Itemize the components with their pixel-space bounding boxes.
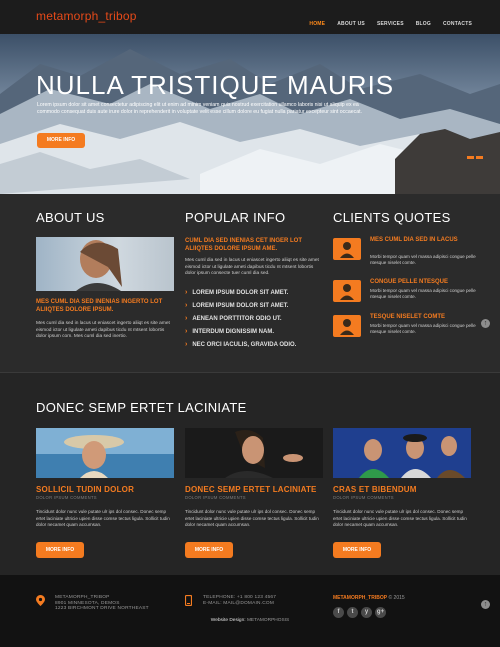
copyright: METAMORPH_TRIBOP © 2015 (333, 595, 405, 601)
google-plus-icon[interactable]: g+ (375, 607, 386, 618)
card-text: Tincidunt dolor nunc vule putate ulr ips… (185, 509, 319, 528)
client-quote: TESQUE NISELET COMTE Morbi tempor quam v… (333, 313, 478, 343)
card-meta: DOLOR IPSUM COMMENTS (185, 495, 246, 500)
popular-list-item[interactable]: › LOREM IPSUM DOLOR SIT AMET. (185, 286, 335, 299)
card-more-info-button[interactable]: MORE INFO (333, 541, 381, 558)
nav-services[interactable]: SERVICES (377, 21, 404, 27)
popular-title: POPULAR INFO (185, 210, 286, 225)
chevron-right-icon: › (185, 315, 188, 322)
quote-title: CONGUE PELLE NTESQUE (370, 279, 449, 285)
chevron-right-icon: › (185, 341, 188, 348)
twitter-icon[interactable]: t (347, 607, 358, 618)
popular-text: Mes cuml dia sed in lacus ut eniascet in… (185, 258, 319, 277)
quote-text: Morbi tempor quam vel massa adipisci con… (370, 288, 476, 300)
hero-text: Lorem ipsum dolor sit amet consectetur a… (37, 102, 362, 115)
gallery-card: DONEC SEMP ERTET LACINIATE DOLOR IPSUM C… (185, 428, 323, 558)
card-title[interactable]: SOLLICIL TUDIN DOLOR (36, 485, 174, 494)
gallery-card: SOLLICIL TUDIN DOLOR DOLOR IPSUM COMMENT… (36, 428, 174, 558)
design-label: Website Design: (210, 618, 246, 623)
client-quote: MES CUML DIA SED IN LACUS Morbi tempor q… (333, 236, 478, 266)
about-title: ABOUT US (36, 210, 105, 225)
card-meta: DOLOR IPSUM COMMENTS (333, 495, 394, 500)
gallery-card: CRAS ET BIBENDUM DOLOR IPSUM COMMENTS Ti… (333, 428, 471, 558)
copyright-year: © 2015 (388, 595, 405, 601)
footer-contact: TELEPHONE: +1 800 123 4567 E-MAIL: MAIL@… (203, 595, 277, 606)
clients-title: CLIENTS QUOTES (333, 210, 451, 225)
phone-icon (184, 594, 193, 608)
about-image (36, 237, 174, 291)
card-more-info-button[interactable]: MORE INFO (36, 541, 84, 558)
slider-dot[interactable] (467, 156, 474, 159)
popular-list: › LOREM IPSUM DOLOR SIT AMET. › LOREM IPSU… (185, 286, 335, 351)
youtube-icon[interactable]: y (361, 607, 372, 618)
card-image (333, 428, 471, 478)
hero-banner: NULLA TRISTIQUE MAURIS Lorem ipsum dolor… (0, 34, 500, 194)
about-subtitle: MES CUML DIA SED INENIAS INGERTO LOT ALI… (36, 299, 163, 313)
social-links: f t y g+ (333, 607, 386, 618)
card-meta: DOLOR IPSUM COMMENTS (36, 495, 97, 500)
scroll-up-icon[interactable]: ↑ (481, 319, 490, 328)
chevron-right-icon: › (185, 302, 188, 309)
quote-text: Morbi tempor quam vel massa adipisci con… (370, 254, 476, 266)
popular-list-item[interactable]: › LOREM IPSUM DOLOR SIT AMET. (185, 299, 335, 312)
facebook-icon[interactable]: f (333, 607, 344, 618)
hero-more-info-button[interactable]: MORE INFO (37, 133, 85, 148)
user-icon (333, 238, 361, 260)
nav-contacts[interactable]: CONTACTS (443, 21, 472, 27)
site-logo[interactable]: metamorph_tribop (36, 9, 137, 23)
gallery-title: DONEC SEMP ERTET LACINIATE (36, 400, 247, 415)
client-quote: CONGUE PELLE NTESQUE Morbi tempor quam v… (333, 278, 478, 308)
nav-about-us[interactable]: ABOUT US (337, 21, 365, 27)
scroll-up-icon[interactable]: ↑ (481, 600, 490, 609)
location-pin-icon (36, 595, 45, 608)
card-title[interactable]: CRAS ET BIBENDUM (333, 485, 471, 494)
card-more-info-button[interactable]: MORE INFO (185, 541, 233, 558)
popular-list-item[interactable]: › AENEAN PORTTITOR ODIO UT. (185, 312, 335, 325)
card-text: Tincidunt dolor nunc vule putate ulr ips… (333, 509, 467, 528)
chevron-right-icon: › (185, 289, 188, 296)
copyright-brand[interactable]: METAMORPH_TRIBOP (333, 595, 387, 601)
slider-dot[interactable] (476, 156, 483, 159)
quote-title: MES CUML DIA SED IN LACUS (370, 237, 458, 243)
card-title[interactable]: DONEC SEMP ERTET LACINIATE (185, 485, 323, 494)
site-header: metamorph_tribop HOME ABOUT US SERVICES … (0, 0, 500, 34)
slider-pagination[interactable] (467, 156, 483, 159)
quote-text: Morbi tempor quam vel massa adipisci con… (370, 323, 476, 335)
footer-address: METAMORPH_TRIBOP 8901 MINNESOTA, DEMOS 1… (55, 595, 149, 612)
user-icon (333, 315, 361, 337)
quote-title: TESQUE NISELET COMTE (370, 314, 446, 320)
nav-home[interactable]: HOME (309, 21, 325, 27)
design-link[interactable]: METAMORPHOSIS (247, 618, 289, 623)
popular-list-item[interactable]: › NEC ORCI IACULIS, GRAVIDA ODIO. (185, 338, 335, 351)
nav-blog[interactable]: BLOG (416, 21, 431, 27)
site-footer: METAMORPH_TRIBOP 8901 MINNESOTA, DEMOS 1… (0, 575, 500, 647)
gallery-section: DONEC SEMP ERTET LACINIATE SOLLICIL TUDI… (0, 372, 500, 575)
card-image (185, 428, 323, 478)
design-credit: Website Design: METAMORPHOSIS (0, 618, 500, 623)
about-text: Mes cuml dia sed in lacus ut eniascet in… (36, 321, 170, 340)
card-image (36, 428, 174, 478)
popular-list-item[interactable]: › INTERDUM DIGNISSIM NAM. (185, 325, 335, 338)
user-icon (333, 280, 361, 302)
card-text: Tincidunt dolor nunc vule putate ulr ips… (36, 509, 170, 528)
hero-title: NULLA TRISTIQUE MAURIS (36, 70, 395, 100)
main-nav: HOME ABOUT US SERVICES BLOG CONTACTS (309, 21, 472, 27)
chevron-right-icon: › (185, 328, 188, 335)
popular-subtitle: CUML DIA SED INENIAS CET INGER LOT ALIIQ… (185, 238, 303, 252)
info-section: ABOUT US MES CUML DIA SED INENIAS INGERT… (0, 194, 500, 372)
